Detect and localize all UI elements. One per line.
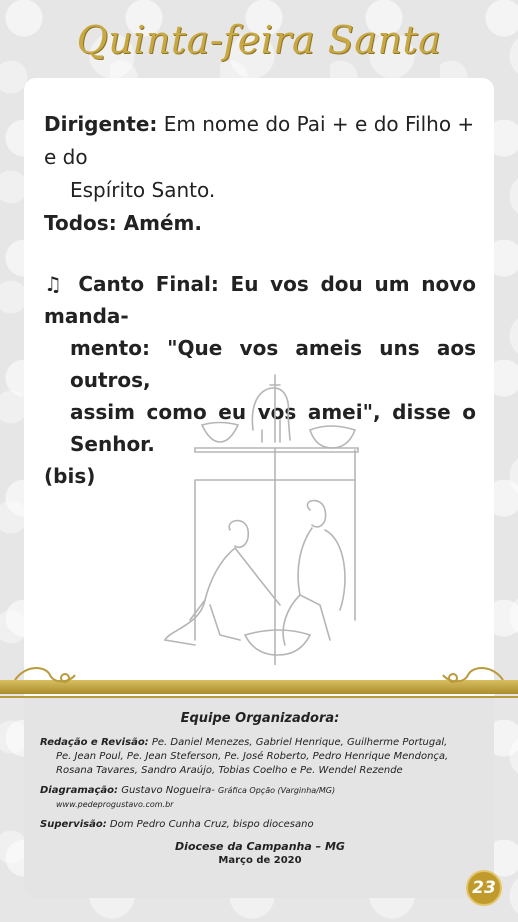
redacao-block: Redação e Revisão: Pe. Daniel Menezes, G… bbox=[40, 736, 480, 778]
diagramacao-text: Gustavo Nogueira- bbox=[121, 785, 215, 796]
grafica-text: Gráfica Opção (Varginha/MG) bbox=[218, 786, 336, 795]
publication-date: Março de 2020 bbox=[218, 855, 302, 866]
diagramacao-label: Diagramação: bbox=[40, 785, 119, 796]
redacao-label: Redação e Revisão: bbox=[40, 737, 149, 748]
page-number-badge: 23 bbox=[466, 870, 502, 906]
todos-paragraph: Todos: Amém. bbox=[44, 207, 476, 240]
dirigente-label: Dirigente: bbox=[44, 112, 158, 136]
song-line-1: Canto Final: Eu vos dou um novo manda- bbox=[44, 272, 476, 328]
website-link[interactable]: www.pedeprogustavo.com.br bbox=[40, 798, 480, 812]
diocese-name: Diocese da Campanha – MG bbox=[175, 840, 345, 853]
left-scroll-ornament-icon bbox=[14, 667, 76, 683]
dirigente-text-2: Espírito Santo. bbox=[70, 178, 216, 202]
dirigente-paragraph: Dirigente: Em nome do Pai + e do Filho +… bbox=[44, 108, 476, 207]
redacao-text-2: Pe. Jean Poul, Pe. Jean Steferson, Pe. J… bbox=[56, 751, 449, 762]
todos-text: Amém. bbox=[123, 211, 202, 235]
supervisao-label: Supervisão: bbox=[40, 819, 107, 830]
supervisao-text: Dom Pedro Cunha Cruz, bispo diocesano bbox=[109, 819, 314, 830]
credits-heading: Equipe Organizadora: bbox=[180, 711, 340, 726]
todos-label: Todos: bbox=[44, 211, 117, 235]
right-scroll-ornament-icon bbox=[442, 667, 504, 683]
diagramacao-block: Diagramação: Gustavo Nogueira- Gráfica O… bbox=[40, 784, 480, 812]
foot-washing-illustration bbox=[163, 374, 359, 665]
music-note-icon: ♫ bbox=[44, 272, 67, 296]
credits-footer: Equipe Organizadora: Redação e Revisão: … bbox=[40, 712, 480, 868]
supervisao-block: Supervisão: Dom Pedro Cunha Cruz, bispo … bbox=[40, 818, 480, 832]
song-line-4: (bis) bbox=[44, 464, 96, 488]
redacao-text-1: Pe. Daniel Menezes, Gabriel Henrique, Gu… bbox=[151, 737, 448, 748]
page-title: Quinta-feira Santa bbox=[76, 18, 442, 62]
redacao-text-3: Rosana Tavares, Sandro Araújo, Tobias Co… bbox=[56, 765, 403, 776]
